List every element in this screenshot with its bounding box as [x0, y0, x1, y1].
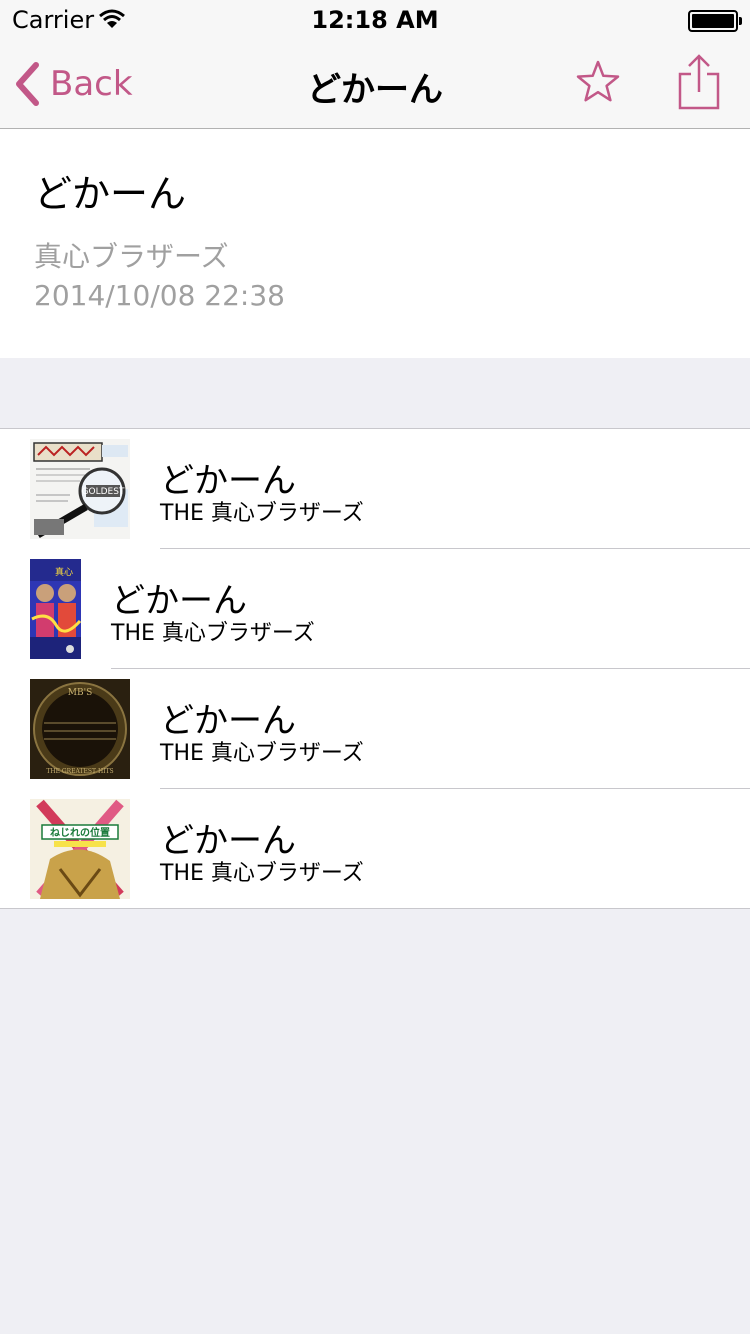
album-art-text: ねじれの位置	[50, 826, 110, 839]
list-item[interactable]: ねじれの位置 どかーん THE 真心ブラザーズ	[0, 789, 750, 909]
list-item[interactable]: GOLDEST どかーん THE 真心ブラザーズ	[0, 429, 750, 549]
track-artist: THE 真心ブラザーズ	[111, 621, 315, 646]
navigation-bar: Back どかーん	[0, 40, 750, 129]
list-item[interactable]: 真心 どかーん THE 真心ブラザーズ	[0, 549, 750, 669]
album-art: 真心	[30, 559, 81, 659]
share-icon[interactable]	[678, 54, 720, 110]
song-title: どかーん	[34, 172, 187, 216]
star-outline-icon[interactable]	[574, 58, 622, 106]
page-title: どかーん	[307, 70, 443, 110]
battery-icon	[688, 10, 742, 32]
album-art: MB'S THE GREATEST HITS	[30, 679, 130, 779]
album-art-text: 真心	[55, 566, 73, 578]
album-art-text: GOLDEST	[82, 487, 125, 497]
song-info-panel: どかーん 真心ブラザーズ 2014/10/08 22:38	[0, 129, 750, 358]
status-time: 12:18 AM	[311, 6, 439, 34]
album-art: GOLDEST	[30, 439, 130, 539]
track-artist: THE 真心ブラザーズ	[160, 861, 364, 886]
song-artist: 真心ブラザーズ	[34, 240, 229, 273]
track-artist: THE 真心ブラザーズ	[160, 501, 364, 526]
album-art-text: THE GREATEST HITS	[46, 768, 113, 775]
song-date: 2014/10/08 22:38	[34, 279, 285, 312]
svg-text:MB'S: MB'S	[68, 688, 92, 698]
album-art: ねじれの位置	[30, 799, 130, 899]
status-bar: Carrier 12:18 AM	[0, 0, 750, 40]
track-artist: THE 真心ブラザーズ	[160, 741, 364, 766]
track-list: GOLDEST どかーん THE 真心ブラザーズ 真心 どかーん THE 真心ブ…	[0, 428, 750, 909]
list-item[interactable]: MB'S THE GREATEST HITS どかーん THE 真心ブラザーズ	[0, 669, 750, 789]
